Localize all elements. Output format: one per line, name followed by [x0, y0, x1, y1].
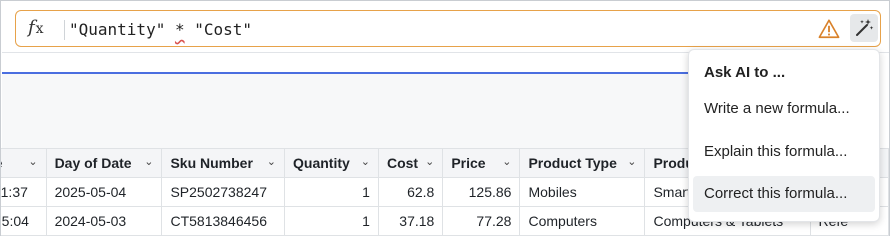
menu-item-correct-formula[interactable]: Correct this formula...	[693, 176, 875, 212]
menu-item-write-formula[interactable]: Write a new formula...	[693, 91, 875, 127]
ask-ai-menu: Ask AI to ... Write a new formula... Exp…	[688, 49, 880, 222]
chevron-down-icon[interactable]: ⌄	[502, 155, 511, 168]
formula-left-operand: "Quantity"	[69, 20, 175, 39]
fx-separator	[64, 20, 65, 40]
table-cell[interactable]: SP2502738247	[161, 177, 285, 207]
column-header[interactable]: Product Type ⌄	[519, 148, 646, 178]
chevron-down-icon[interactable]: ⌄	[425, 155, 434, 168]
table-cell[interactable]: 77.28	[442, 206, 521, 236]
table-cell[interactable]: 2025-05-04	[45, 177, 163, 207]
column-header[interactable]: Quantity ⌄	[284, 148, 379, 178]
table-cell[interactable]: 1	[284, 177, 379, 207]
ai-assist-button[interactable]	[850, 14, 878, 42]
chevron-down-icon[interactable]: ⌄	[28, 155, 37, 168]
fx-icon: fx	[28, 17, 44, 38]
formula-input[interactable]: "Quantity" * "Cost"	[69, 20, 252, 39]
column-header[interactable]: Cost ⌄	[377, 148, 444, 178]
table-cell[interactable]: 62.8	[377, 177, 444, 207]
ask-ai-title: Ask AI to ...	[704, 64, 786, 81]
formula-right-operand: "Cost"	[184, 20, 253, 39]
menu-item-explain-formula[interactable]: Explain this formula...	[693, 134, 875, 170]
table-cell[interactable]: 1	[284, 206, 379, 236]
formula-operator: *	[174, 20, 185, 39]
window-frame: fx "Quantity" * "Cost" te⌄	[0, 0, 890, 236]
chevron-down-icon[interactable]: ⌄	[144, 155, 153, 168]
table-cell[interactable]: :15:04	[1, 206, 47, 236]
table-cell[interactable]: :11:37	[1, 177, 47, 207]
table-cell[interactable]: Mobiles	[519, 177, 646, 207]
grid-empty-area	[2, 74, 692, 149]
warning-icon[interactable]	[818, 18, 840, 40]
chevron-down-icon[interactable]: ⌄	[361, 155, 370, 168]
table-cell[interactable]: Computers	[519, 206, 646, 236]
chevron-down-icon[interactable]: ⌄	[267, 155, 276, 168]
formula-bar[interactable]: fx "Quantity" * "Cost"	[15, 10, 881, 47]
column-header[interactable]: Sku Number ⌄	[161, 148, 285, 178]
table-cell[interactable]: 125.86	[442, 177, 521, 207]
chevron-down-icon[interactable]: ⌄	[627, 155, 636, 168]
column-header[interactable]: Day of Date ⌄	[45, 148, 163, 178]
column-header[interactable]: Price ⌄	[442, 148, 521, 178]
table-cell[interactable]: CT5813846456	[161, 206, 285, 236]
table-cell[interactable]: 2024-05-03	[45, 206, 163, 236]
magic-wand-icon	[856, 19, 874, 36]
table-cell[interactable]: 37.18	[377, 206, 444, 236]
column-header[interactable]: te⌄	[1, 148, 47, 178]
